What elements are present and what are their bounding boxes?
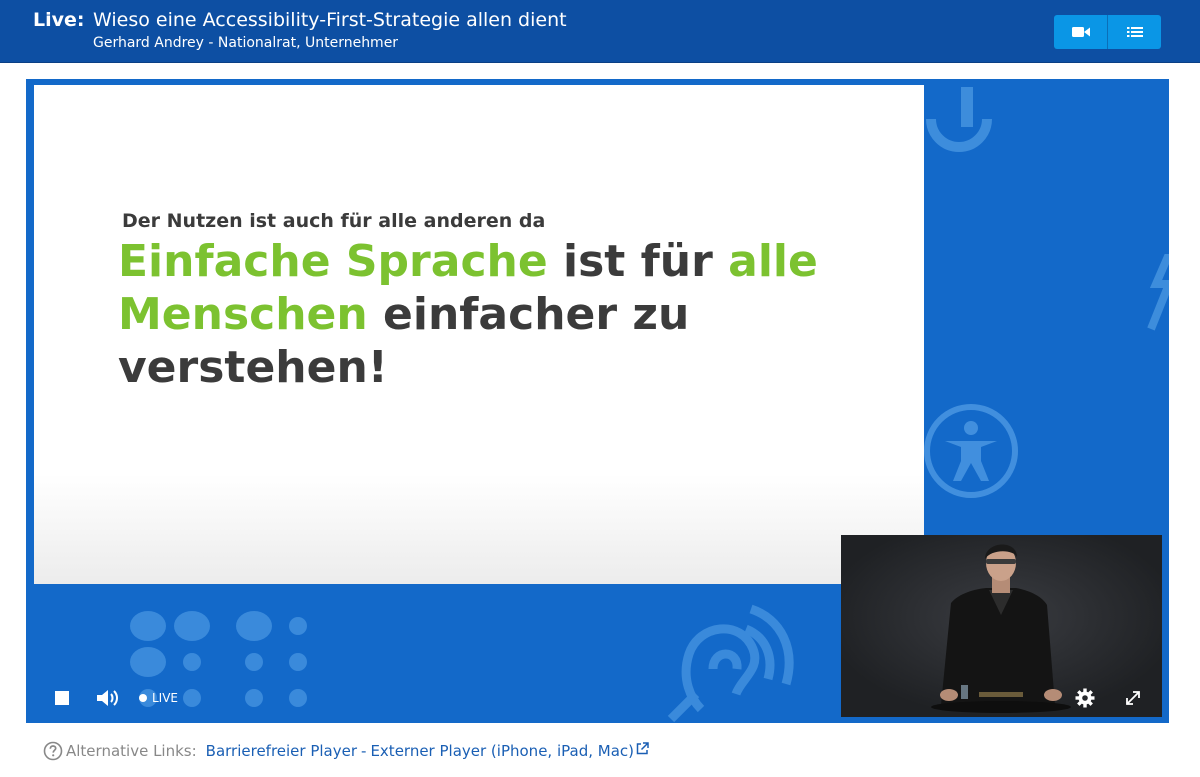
volume-icon[interactable]: [96, 688, 120, 708]
speaker-figure: [841, 535, 1162, 717]
alternative-links-bar: Alternative Links: Barrierefreier Player…: [43, 740, 649, 762]
slide-subheading: Der Nutzen ist auch für alle anderen da: [122, 210, 546, 232]
live-label: Live:: [33, 9, 85, 31]
event-title: Wieso eine Accessibility-First-Strategie…: [93, 9, 567, 31]
slide-headline: Einfache Sprache ist für alle Menschen e…: [118, 235, 838, 394]
list-icon: [1126, 27, 1143, 37]
headline-part: ist für: [547, 236, 729, 287]
list-view-button[interactable]: [1107, 15, 1161, 49]
live-dot: [139, 694, 147, 702]
link-separator: -: [361, 742, 367, 760]
video-view-button[interactable]: [1054, 15, 1107, 49]
partial-symbol-icon: [1147, 254, 1169, 331]
live-indicator: LIVE: [139, 691, 178, 705]
fullscreen-icon[interactable]: [1124, 689, 1142, 707]
view-toggle-group: [1054, 15, 1161, 49]
external-link-icon: [636, 741, 649, 754]
alternative-links-label: Alternative Links:: [66, 742, 197, 760]
hearing-icon: [667, 604, 794, 723]
speaker-video[interactable]: [841, 535, 1162, 717]
external-player-link[interactable]: Externer Player (iPhone, iPad, Mac): [370, 742, 634, 760]
headline-part: Einfache Sprache: [118, 236, 548, 287]
live-text: LIVE: [152, 691, 179, 705]
header-bar: Live: Wieso eine Accessibility-First-Str…: [0, 0, 1200, 63]
help-icon[interactable]: [43, 741, 63, 761]
accessible-player-link[interactable]: Barrierefreier Player: [206, 742, 357, 760]
video-camera-icon: [1071, 27, 1090, 37]
stop-icon[interactable]: [54, 690, 70, 706]
video-player[interactable]: Der Nutzen ist auch für alle anderen da …: [26, 79, 1169, 723]
speaker-subtitle: Gerhard Andrey - Nationalrat, Unternehme…: [93, 35, 399, 51]
accessibility-person-icon: [924, 404, 1018, 498]
settings-icon[interactable]: [1075, 688, 1095, 708]
presentation-slide: Der Nutzen ist auch für alle anderen da …: [34, 85, 924, 584]
wheelchair-icon: [926, 87, 992, 152]
